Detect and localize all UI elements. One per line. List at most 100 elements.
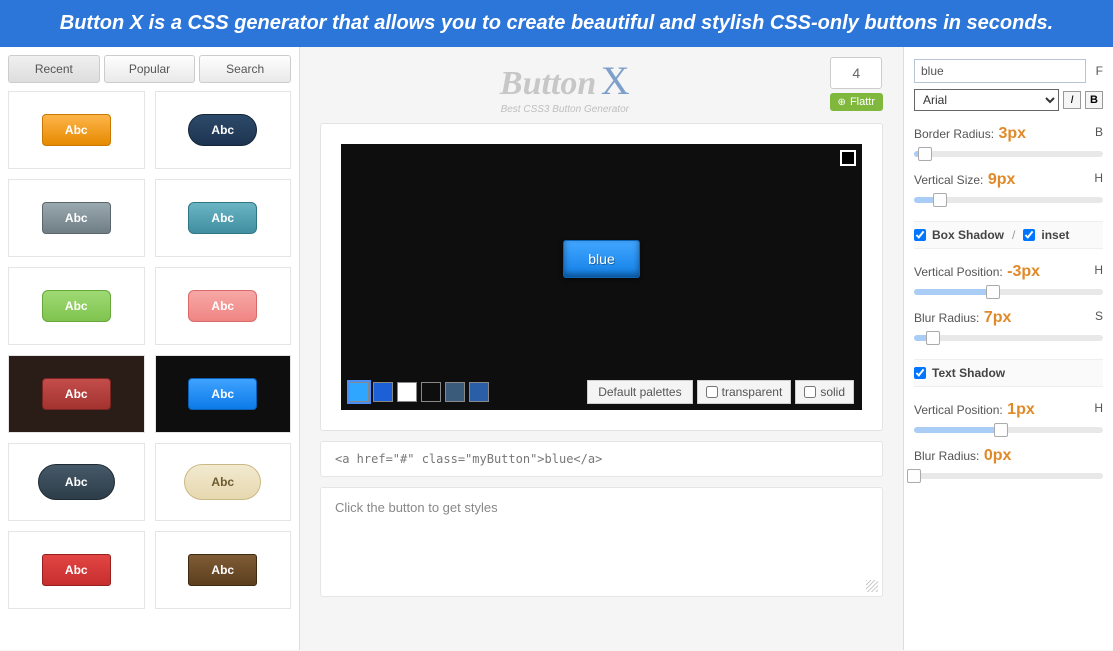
solid-checkbox[interactable] [804, 386, 816, 398]
sample-button: Abc [42, 378, 111, 410]
preset-navy-pill[interactable]: Abc [8, 443, 145, 521]
h-col-label-2: H [1094, 263, 1103, 281]
ts-vpos-control: Vertical Position: 1px H [914, 401, 1103, 433]
sample-button: Abc [188, 290, 257, 322]
ts-blur-value: 0px [984, 447, 1012, 464]
preset-red-dark[interactable]: Abc [8, 355, 145, 433]
ts-blur-control: Blur Radius: 0px [914, 447, 1103, 479]
text-shadow-title: Text Shadow [932, 366, 1005, 380]
swatch-5[interactable] [469, 382, 489, 402]
preset-grid: Abc Abc Abc Abc Abc Abc Abc Abc Abc Abc … [8, 91, 291, 609]
preset-brown[interactable]: Abc [155, 531, 292, 609]
preset-teal[interactable]: Abc [155, 179, 292, 257]
swatch-0[interactable] [349, 382, 369, 402]
border-radius-value: 3px [999, 125, 1027, 142]
transparent-checkbox[interactable] [706, 386, 718, 398]
box-shadow-section: Box Shadow / inset [914, 221, 1103, 249]
preview-button[interactable]: blue [563, 240, 639, 278]
preset-blue-dark[interactable]: Abc [155, 355, 292, 433]
inset-checkbox[interactable] [1023, 229, 1035, 241]
flattr-button[interactable]: Flattr [830, 93, 883, 111]
center-panel: Button X Best CSS3 Button Generator 4 Fl… [300, 47, 903, 650]
box-shadow-checkbox[interactable] [914, 229, 926, 241]
sample-button: Abc [188, 554, 257, 586]
sample-button: Abc [42, 554, 111, 586]
text-shadow-checkbox[interactable] [914, 367, 926, 379]
separator: / [1012, 228, 1015, 242]
sample-button: Abc [42, 290, 111, 322]
logo-x: X [601, 58, 630, 103]
vertical-size-control: Vertical Size: 9px H [914, 171, 1103, 203]
f-label: F [1096, 64, 1103, 78]
preset-gray[interactable]: Abc [8, 179, 145, 257]
bs-blur-value: 7px [984, 309, 1012, 326]
logo: Button X Best CSS3 Button Generator [320, 57, 810, 115]
tab-popular[interactable]: Popular [104, 55, 196, 83]
main-layout: Recent Popular Search Abc Abc Abc Abc Ab… [0, 47, 1113, 650]
b-col-label: B [1095, 125, 1103, 143]
sample-button: Abc [188, 202, 257, 234]
preset-tabs: Recent Popular Search [8, 55, 291, 83]
bs-blur-slider[interactable] [914, 335, 1103, 341]
text-shadow-section: Text Shadow [914, 359, 1103, 387]
font-select[interactable]: Arial [914, 89, 1059, 111]
vertical-size-label: Vertical Size: [914, 173, 983, 187]
border-radius-slider[interactable] [914, 151, 1103, 157]
inset-label: inset [1041, 228, 1069, 242]
preview-canvas: blue [341, 144, 862, 374]
ts-vpos-label: Vertical Position: [914, 403, 1003, 417]
social-column: 4 Flattr [830, 57, 883, 111]
solid-toggle[interactable]: solid [795, 380, 854, 404]
preset-green[interactable]: Abc [8, 267, 145, 345]
preset-navy[interactable]: Abc [155, 91, 292, 169]
preset-orange[interactable]: Abc [8, 91, 145, 169]
swatch-2[interactable] [397, 382, 417, 402]
css-output[interactable]: Click the button to get styles [320, 487, 883, 597]
transparent-toggle[interactable]: transparent [697, 380, 792, 404]
ts-vpos-value: 1px [1007, 401, 1035, 418]
bs-blur-label: Blur Radius: [914, 311, 979, 325]
bs-vpos-slider[interactable] [914, 289, 1103, 295]
palette-row: Default palettes transparent solid [341, 374, 862, 410]
solid-label: solid [820, 385, 845, 399]
sample-button: Abc [184, 464, 261, 500]
sample-button: Abc [38, 464, 115, 500]
ts-blur-slider[interactable] [914, 473, 1103, 479]
logo-script: Button [500, 65, 596, 102]
top-banner: Button X is a CSS generator that allows … [0, 0, 1113, 47]
border-radius-control: Border Radius: 3px B [914, 125, 1103, 157]
swatch-1[interactable] [373, 382, 393, 402]
border-radius-label: Border Radius: [914, 127, 994, 141]
controls-panel: F Arial I B Border Radius: 3px B Vertica… [903, 47, 1113, 650]
button-text-input[interactable] [914, 59, 1086, 83]
italic-toggle[interactable]: I [1063, 91, 1081, 109]
bg-color-picker[interactable] [840, 150, 856, 166]
bold-toggle[interactable]: B [1085, 91, 1103, 109]
bs-vpos-label: Vertical Position: [914, 265, 1003, 279]
tab-search[interactable]: Search [199, 55, 291, 83]
preset-cream-pill[interactable]: Abc [155, 443, 292, 521]
sample-button: Abc [42, 202, 111, 234]
preset-red2[interactable]: Abc [8, 531, 145, 609]
vertical-size-value: 9px [988, 171, 1016, 188]
html-code[interactable]: <a href="#" class="myButton">blue</a> [320, 441, 883, 477]
sample-button: Abc [42, 114, 111, 146]
resize-grip-icon[interactable] [866, 580, 878, 592]
box-shadow-title: Box Shadow [932, 228, 1004, 242]
preset-pink[interactable]: Abc [155, 267, 292, 345]
ts-blur-label: Blur Radius: [914, 449, 979, 463]
sample-button: Abc [188, 378, 257, 410]
swatch-4[interactable] [445, 382, 465, 402]
default-palettes-button[interactable]: Default palettes [587, 380, 692, 404]
swatch-3[interactable] [421, 382, 441, 402]
vertical-size-slider[interactable] [914, 197, 1103, 203]
h-col-label-3: H [1094, 401, 1103, 419]
flattr-count: 4 [830, 57, 882, 89]
css-placeholder: Click the button to get styles [335, 500, 498, 515]
bs-vpos-value: -3px [1007, 263, 1040, 280]
ts-vpos-slider[interactable] [914, 427, 1103, 433]
logo-row: Button X Best CSS3 Button Generator 4 Fl… [320, 57, 883, 115]
h-col-label: H [1094, 171, 1103, 189]
tab-recent[interactable]: Recent [8, 55, 100, 83]
presets-panel: Recent Popular Search Abc Abc Abc Abc Ab… [0, 47, 300, 650]
